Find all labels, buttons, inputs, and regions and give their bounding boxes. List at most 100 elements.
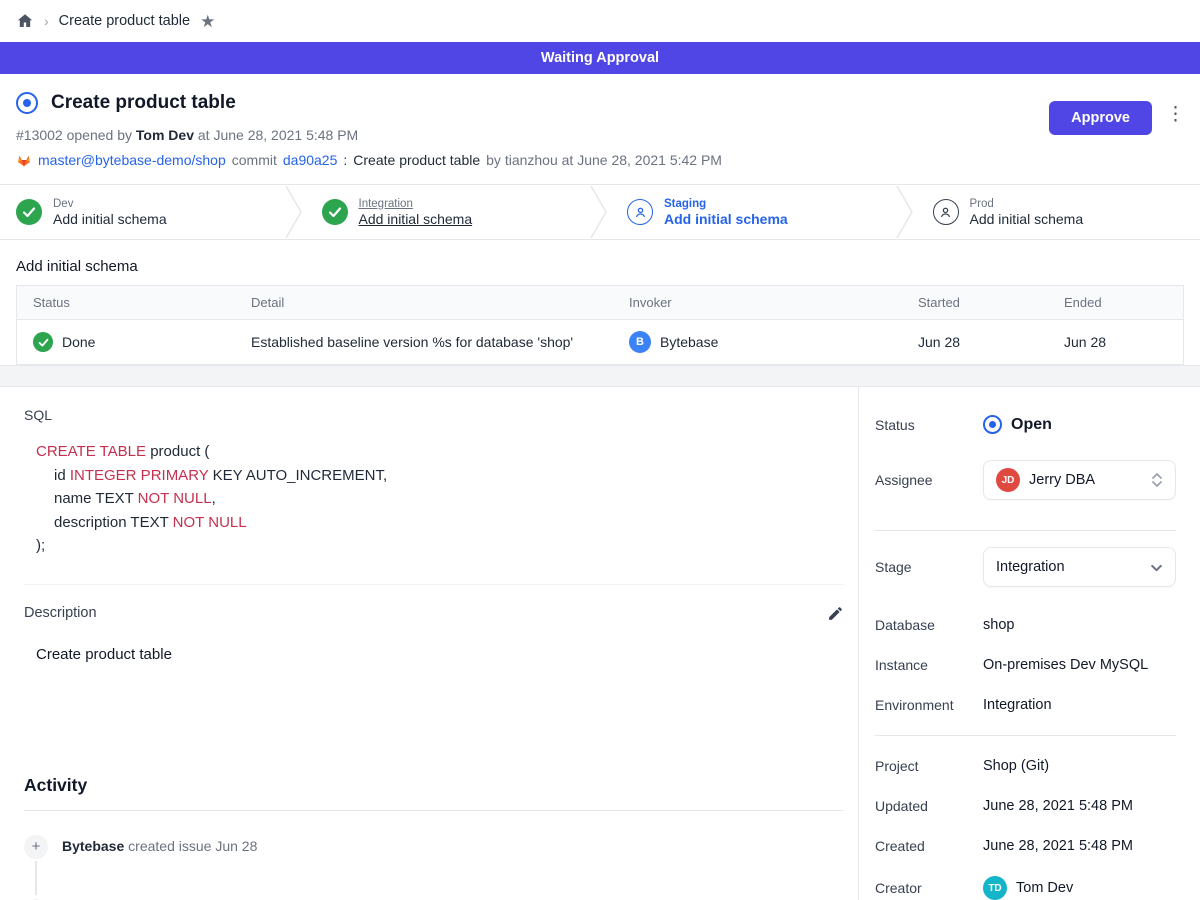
project-value: Shop (Git) <box>983 758 1176 774</box>
stage-task-label: Add initial schema <box>359 211 473 227</box>
updown-caret-icon <box>1151 472 1163 488</box>
stage-item-integration[interactable]: Integration Add initial schema <box>306 185 590 239</box>
bytebase-issue-page: › Create product table ★ Waiting Approva… <box>0 0 1200 900</box>
sql-text: product ( <box>146 443 209 460</box>
vcs-commit-line: master@bytebase-demo/shop commit da90a25… <box>16 152 1184 168</box>
sql-text: id <box>54 467 70 484</box>
home-icon[interactable] <box>16 12 34 30</box>
environment-value: Integration <box>983 697 1176 713</box>
stage-separator-chevron <box>284 185 306 239</box>
creator-label: Creator <box>875 880 983 896</box>
approve-button[interactable]: Approve <box>1049 101 1152 135</box>
breadcrumb-page-label[interactable]: Create product table <box>59 13 190 29</box>
plus-icon: + <box>24 835 48 859</box>
issue-meta: #13002 opened by Tom Dev at June 28, 202… <box>16 127 1184 143</box>
col-invoker: Invoker <box>613 286 902 319</box>
stage-pending-person-icon <box>933 199 959 225</box>
more-actions-menu-icon[interactable]: ⋮ <box>1166 104 1180 126</box>
issue-author: Tom Dev <box>136 127 194 143</box>
task-table: Status Detail Invoker Started Ended Done… <box>16 285 1184 365</box>
task-ended-date: Jun 28 <box>1048 323 1183 361</box>
creator-value: Tom Dev <box>1016 880 1073 896</box>
instance-label: Instance <box>875 657 983 673</box>
gitlab-icon <box>16 152 32 168</box>
approval-banner-text: Waiting Approval <box>541 50 659 66</box>
sql-keyword: NOT NULL <box>173 514 247 531</box>
description-label: Description <box>24 605 97 621</box>
issue-title: Create product table <box>51 92 236 114</box>
star-icon[interactable]: ★ <box>200 13 215 30</box>
col-ended: Ended <box>1048 286 1183 319</box>
instance-value: On-premises Dev MySQL <box>983 657 1176 673</box>
stage-done-check-icon <box>16 199 42 225</box>
sql-text: KEY AUTO_INCREMENT, <box>208 467 387 484</box>
sql-section-label: SQL <box>24 407 844 423</box>
activity-actor: Bytebase <box>62 838 124 854</box>
vcs-colon: : <box>343 152 347 168</box>
created-label: Created <box>875 838 983 854</box>
divider <box>24 810 844 811</box>
stage-item-dev[interactable]: Dev Add initial schema <box>0 185 284 239</box>
vcs-branch-link[interactable]: master@bytebase-demo/shop <box>38 152 226 168</box>
issue-meta-suffix: at June 28, 2021 5:48 PM <box>198 127 358 143</box>
stage-item-prod[interactable]: Prod Add initial schema <box>917 185 1200 239</box>
assignee-select[interactable]: JD Jerry DBA <box>983 460 1176 500</box>
issue-meta-prefix: #13002 opened by <box>16 127 132 143</box>
stage-pipeline: Dev Add initial schema Integration Add i… <box>0 185 1200 240</box>
sql-text: ); <box>36 537 45 554</box>
project-label: Project <box>875 758 983 774</box>
activity-entry: Bytebase created issue Jun 28 <box>62 838 257 854</box>
stage-select[interactable]: Integration <box>983 547 1176 587</box>
assignee-value: Jerry DBA <box>1029 472 1142 488</box>
invoker-name: Bytebase <box>660 334 718 350</box>
sql-keyword: NOT NULL <box>138 490 212 507</box>
col-started: Started <box>902 286 1048 319</box>
environment-label: Environment <box>875 697 983 713</box>
chevron-down-icon <box>1150 561 1163 574</box>
stage-separator-chevron <box>589 185 611 239</box>
chevron-right-icon: › <box>44 13 49 29</box>
status-value: Open <box>1011 416 1052 434</box>
database-label: Database <box>875 617 983 633</box>
issue-main-panel: SQL CREATE TABLE product ( id INTEGER PR… <box>0 387 858 900</box>
stage-env-label: Dev <box>53 198 167 210</box>
stage-item-staging[interactable]: Staging Add initial schema <box>611 185 895 239</box>
col-status: Status <box>17 286 235 319</box>
edit-pencil-icon[interactable] <box>827 605 844 622</box>
done-check-icon <box>33 332 53 352</box>
activity-action: created issue <box>128 838 211 854</box>
stage-task-label: Add initial schema <box>970 211 1084 227</box>
sql-code-block: CREATE TABLE product ( id INTEGER PRIMAR… <box>36 440 844 558</box>
breadcrumb: › Create product table ★ <box>0 0 1200 42</box>
created-value: June 28, 2021 5:48 PM <box>983 838 1176 854</box>
creator-avatar: TD <box>983 876 1007 900</box>
stage-env-label: Prod <box>970 198 1084 210</box>
sql-text: description TEXT <box>54 514 173 531</box>
issue-sidebar: Status Open Assignee JD Jerry DBA Stage <box>858 387 1200 900</box>
database-value: shop <box>983 617 1176 633</box>
sql-keyword: INTEGER PRIMARY <box>70 467 209 484</box>
updated-label: Updated <box>875 798 983 814</box>
vcs-commit-word: commit <box>232 152 277 168</box>
vcs-commit-suffix: by tianzhou at June 28, 2021 5:42 PM <box>486 152 722 168</box>
vcs-commit-hash-link[interactable]: da90a25 <box>283 152 338 168</box>
task-started-date: Jun 28 <box>902 323 1048 361</box>
activity-section-title: Activity <box>24 775 844 796</box>
issue-open-status-icon <box>16 92 38 114</box>
description-text: Create product table <box>36 646 844 663</box>
issue-header: Create product table #13002 opened by To… <box>0 74 1200 185</box>
updated-value: June 28, 2021 5:48 PM <box>983 798 1176 814</box>
stage-env-label: Integration <box>359 198 473 210</box>
sidebar-divider <box>875 530 1176 531</box>
stage-label: Stage <box>875 559 983 575</box>
vcs-commit-message: Create product table <box>353 152 480 168</box>
task-section-title: Add initial schema <box>16 252 1184 285</box>
stage-task-label: Add initial schema <box>664 211 788 227</box>
stage-task-label: Add initial schema <box>53 211 167 227</box>
invoker-avatar: B <box>629 331 651 353</box>
sidebar-divider <box>875 735 1176 736</box>
task-section: Add initial schema Status Detail Invoker… <box>0 240 1200 365</box>
sql-keyword: CREATE TABLE <box>36 443 146 460</box>
sql-text: name TEXT <box>54 490 138 507</box>
assignee-avatar: JD <box>996 468 1020 492</box>
